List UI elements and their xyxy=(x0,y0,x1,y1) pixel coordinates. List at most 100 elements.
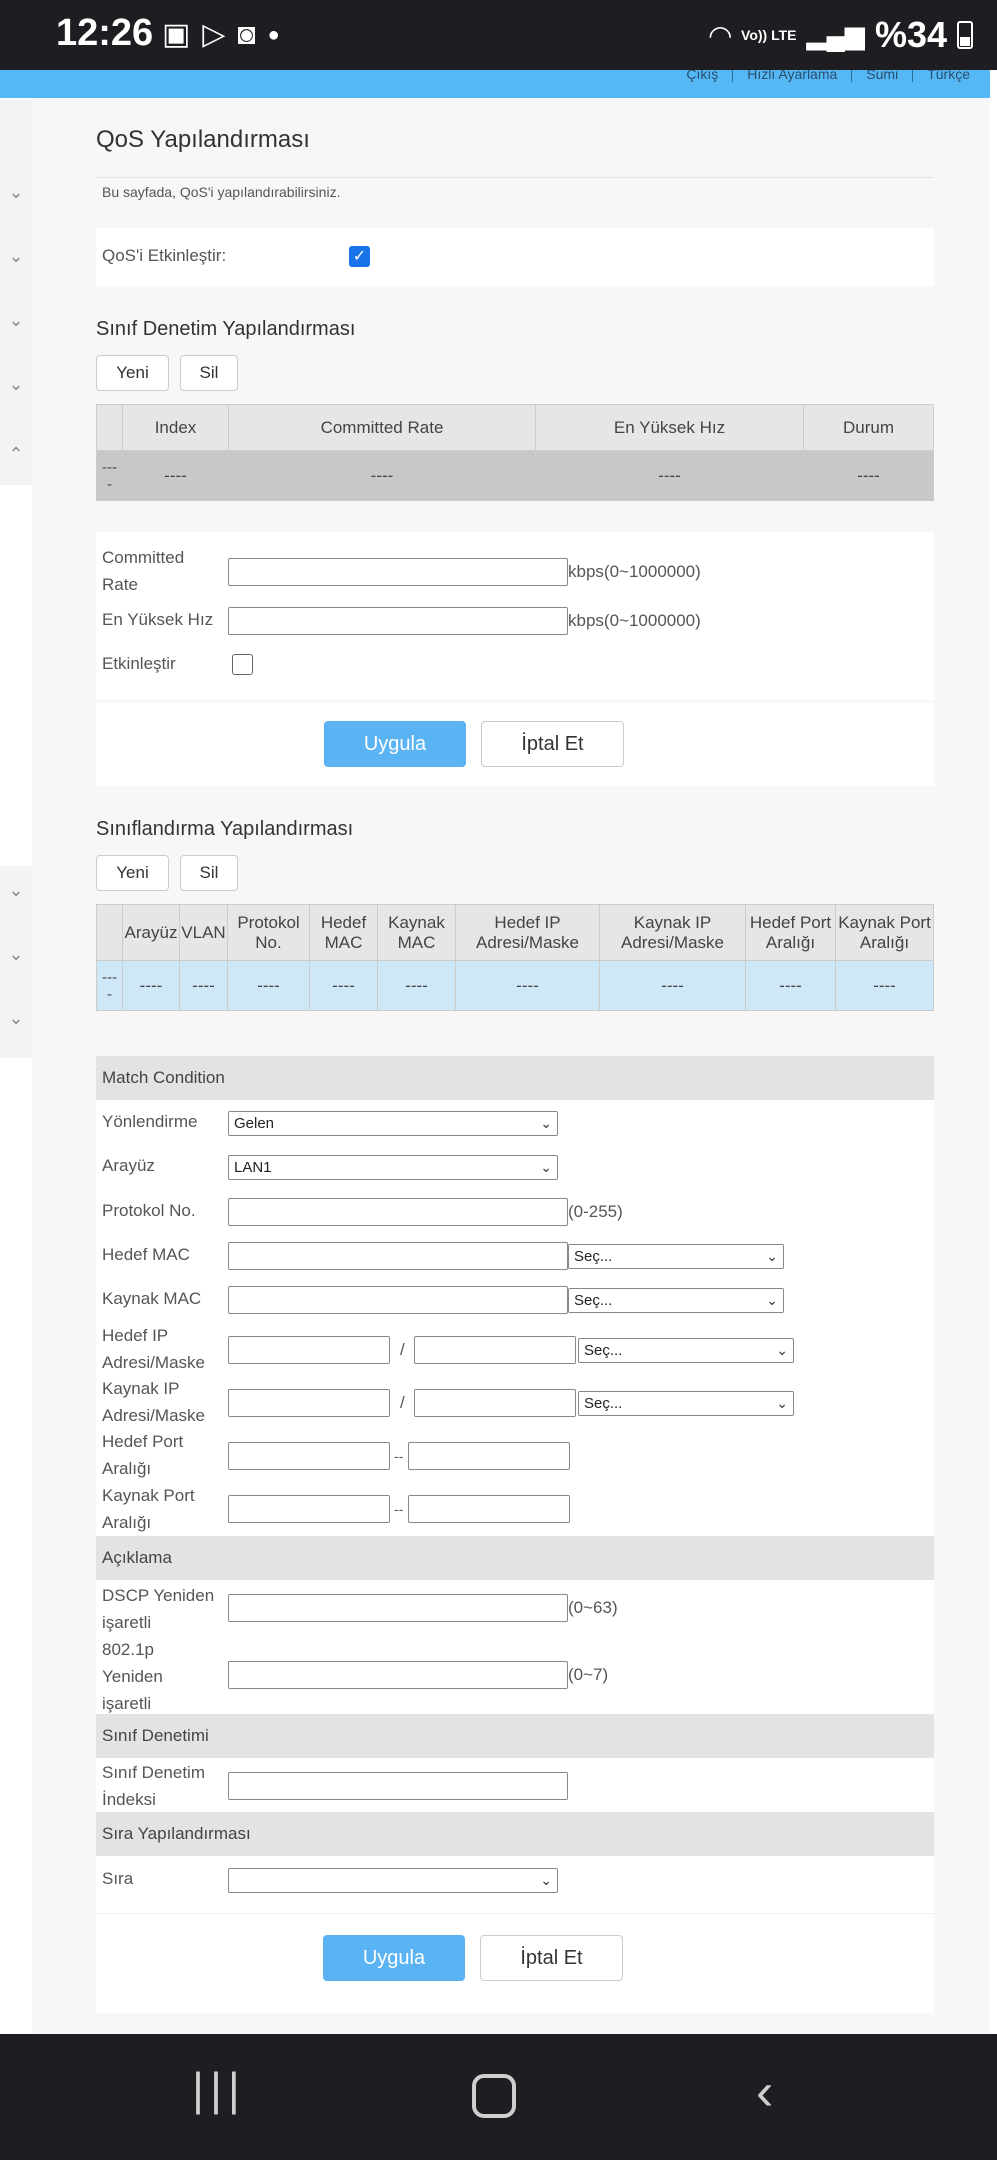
form-divider xyxy=(96,1913,934,1914)
src-ip-input[interactable] xyxy=(228,1389,390,1417)
src-port-start-input[interactable] xyxy=(228,1495,390,1523)
table-header-dst-mac: Hedef MAC xyxy=(309,904,378,961)
class-policing-delete-button[interactable]: Sil xyxy=(180,355,238,391)
dst-mask-input[interactable] xyxy=(414,1336,576,1364)
side-menu-rail-lower: ⌄ ⌄ ⌄ xyxy=(0,866,32,1058)
class-policing-new-button[interactable]: Yeni xyxy=(96,355,169,391)
policing-index-input[interactable] xyxy=(228,1772,568,1800)
classification-apply-button[interactable]: Uygula xyxy=(323,1935,465,1981)
chevron-down-icon[interactable]: ⌄ xyxy=(6,374,26,394)
play-store-icon: ▷ xyxy=(202,18,226,51)
classification-cancel-button[interactable]: İptal Et xyxy=(480,1935,623,1981)
dst-mac-select[interactable]: Seç... ⌄ xyxy=(568,1244,784,1269)
table-header-dst-ip: Hedef IP Adresi/Maske xyxy=(455,904,600,961)
table-cell: ---- xyxy=(599,960,746,1011)
recent-apps-icon[interactable]: ||| xyxy=(192,2062,246,2116)
shopping-bag-icon: ◙ xyxy=(237,18,256,51)
p8021-input[interactable] xyxy=(228,1661,568,1689)
classification-new-button[interactable]: Yeni xyxy=(96,855,169,891)
table-cell: ---- xyxy=(227,960,310,1011)
src-mask-input[interactable] xyxy=(414,1389,576,1417)
class-policing-title: Sınıf Denetim Yapılandırması xyxy=(96,318,356,340)
chevron-down-icon[interactable]: ⌄ xyxy=(6,182,26,202)
dst-port-end-input[interactable] xyxy=(408,1442,570,1470)
table-header-index: Index xyxy=(122,404,229,451)
status-bar: 12:26 ▣ ▷ ◙ ● ◠ Vo)) LTE ▂▄▆ %34 xyxy=(0,0,997,70)
table-cell: ---- xyxy=(309,960,378,1011)
signal-icon: ▂▄▆ xyxy=(806,19,865,50)
direction-label: Yönlendirme xyxy=(102,1112,198,1131)
table-row[interactable]: --- - ---- ---- ---- ---- ---- ---- ----… xyxy=(96,960,934,1011)
committed-rate-unit: kbps(0~1000000) xyxy=(568,562,701,581)
chevron-down-icon[interactable]: ⌄ xyxy=(6,944,26,964)
chevron-down-icon[interactable]: ⌄ xyxy=(6,310,26,330)
committed-rate-input[interactable] xyxy=(228,558,568,586)
header-link-language[interactable]: Türkçe xyxy=(927,70,984,82)
table-header-protocol: Protokol No. xyxy=(227,904,310,961)
table-cell: ---- xyxy=(179,960,228,1011)
match-condition-header: Match Condition xyxy=(96,1056,934,1100)
page-title: QoS Yapılandırması xyxy=(96,126,310,153)
chevron-down-icon: ⌄ xyxy=(540,1115,552,1131)
src-mac-label: Kaynak MAC xyxy=(102,1289,202,1308)
status-time: 12:26 xyxy=(56,12,154,54)
dst-mac-input[interactable] xyxy=(228,1242,568,1270)
dst-ip-select-value: Seç... xyxy=(584,1342,623,1359)
table-header-interface: Arayüz xyxy=(122,904,180,961)
max-rate-input[interactable] xyxy=(228,607,568,635)
dst-ip-input[interactable] xyxy=(228,1336,390,1364)
header-links: Çıkış Hızlı Ayarlama Sumi Türkçe xyxy=(686,70,984,82)
table-header-vlan: VLAN xyxy=(179,904,228,961)
src-port-label: Kaynak Port Aralığı xyxy=(102,1486,195,1532)
chevron-up-icon[interactable]: ⌃ xyxy=(6,444,26,464)
src-ip-select[interactable]: Seç... ⌄ xyxy=(578,1391,794,1416)
class-policing-table: Index Committed Rate En Yüksek Hız Durum… xyxy=(96,404,934,501)
volte-label: Vo)) LTE xyxy=(741,27,797,43)
dscp-unit: (0~63) xyxy=(568,1598,618,1617)
back-icon[interactable]: ‹ xyxy=(756,2062,773,2122)
interface-select[interactable]: LAN1 ⌄ xyxy=(228,1155,558,1180)
dst-port-dash: -- xyxy=(394,1448,404,1464)
dst-port-start-input[interactable] xyxy=(228,1442,390,1470)
class-policing-cancel-button[interactable]: İptal Et xyxy=(481,721,624,767)
interface-label: Arayüz xyxy=(102,1156,155,1175)
classification-delete-button[interactable]: Sil xyxy=(180,855,238,891)
table-header-max-rate: En Yüksek Hız xyxy=(535,404,804,451)
direction-select-value: Gelen xyxy=(234,1115,275,1132)
table-cell: ---- xyxy=(803,450,934,501)
wifi-icon: ◠ xyxy=(709,19,732,51)
home-icon[interactable] xyxy=(472,2074,516,2118)
chevron-down-icon[interactable]: ⌄ xyxy=(6,246,26,266)
header-link-logout[interactable]: Çıkış xyxy=(686,70,734,82)
table-header-row: Index Committed Rate En Yüksek Hız Durum xyxy=(96,404,934,451)
table-row[interactable]: --- - ---- ---- ---- ---- xyxy=(96,450,934,501)
header-link-user[interactable]: Sumi xyxy=(866,70,914,82)
src-mac-select[interactable]: Seç... ⌄ xyxy=(568,1288,784,1313)
src-mac-input[interactable] xyxy=(228,1286,568,1314)
chevron-down-icon[interactable]: ⌄ xyxy=(6,1008,26,1028)
notification-icons: ▣ ▷ ◙ ● xyxy=(162,18,280,52)
max-rate-label: En Yüksek Hız xyxy=(102,610,214,629)
table-cell: ---- xyxy=(122,450,229,501)
dscp-input[interactable] xyxy=(228,1594,568,1622)
table-cell: ---- xyxy=(228,450,536,501)
p8021-label: 802.1p Yeniden işaretli xyxy=(102,1640,163,1713)
policing-enable-checkbox[interactable] xyxy=(232,654,253,675)
dst-ip-select[interactable]: Seç... ⌄ xyxy=(578,1338,794,1363)
dot-icon: ● xyxy=(267,24,280,46)
src-mac-select-value: Seç... xyxy=(574,1292,613,1309)
header-link-quick-setup[interactable]: Hızlı Ayarlama xyxy=(747,70,853,82)
table-header-src-mac: Kaynak MAC xyxy=(377,904,456,961)
direction-select[interactable]: Gelen ⌄ xyxy=(228,1111,558,1136)
queue-select[interactable]: ⌄ xyxy=(228,1868,558,1893)
table-cell: ---- xyxy=(535,450,804,501)
chevron-down-icon[interactable]: ⌄ xyxy=(6,880,26,900)
qos-enable-checkbox[interactable]: ✓ xyxy=(349,246,370,267)
p8021-unit: (0~7) xyxy=(568,1665,609,1684)
protocol-label: Protokol No. xyxy=(102,1201,196,1220)
page-description: Bu sayfada, QoS'i yapılandırabilirsiniz. xyxy=(102,184,341,200)
protocol-input[interactable] xyxy=(228,1198,568,1226)
title-divider xyxy=(96,177,934,178)
src-port-end-input[interactable] xyxy=(408,1495,570,1523)
class-policing-apply-button[interactable]: Uygula xyxy=(324,721,466,767)
